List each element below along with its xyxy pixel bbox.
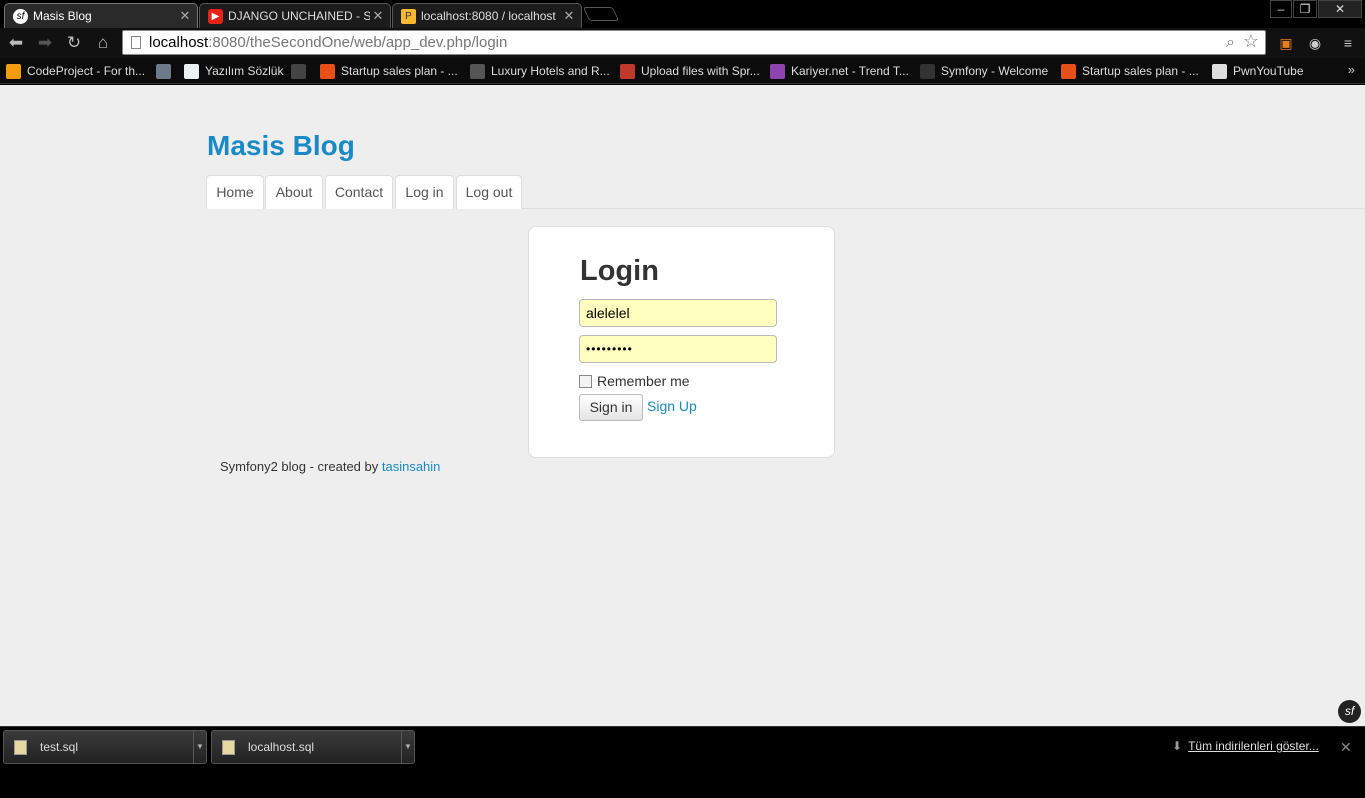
bookmark-startup-sales-plan[interactable]: Startup sales plan - ...: [320, 62, 458, 80]
nav-login[interactable]: Log in: [395, 175, 454, 209]
tab-strip: sf Masis Blog ✕ ▶ DJANGO UNCHAINED - S ✕…: [0, 0, 1365, 28]
bookmark-yazilim-sozluk[interactable]: Yazılım Sözlük: [184, 62, 283, 80]
chevron-down-icon[interactable]: ▼: [193, 731, 206, 763]
nav-logout[interactable]: Log out: [456, 175, 522, 209]
phpmyadmin-icon: P: [401, 8, 416, 24]
notebook-icon: [184, 63, 199, 79]
bookmark-codeproject[interactable]: CodeProject - For th...: [6, 62, 145, 80]
bookmark-label: Startup sales plan - ...: [1082, 64, 1199, 78]
page-icon: [131, 36, 141, 49]
hotel-icon: [470, 63, 485, 79]
bookmark-label: Yazılım Sözlük: [205, 64, 284, 78]
footer-text: Symfony2 blog - created by: [220, 459, 382, 474]
download-arrow-icon: ⬇: [1172, 739, 1183, 753]
url-path: :8080/theSecondOne/web/app_dev.php/login: [208, 34, 508, 51]
symfony-toolbar-icon[interactable]: sf: [1338, 700, 1361, 723]
new-tab-button[interactable]: [582, 7, 620, 21]
remember-me[interactable]: Remember me: [579, 373, 690, 389]
nav-about[interactable]: About: [265, 175, 323, 209]
nav-contact[interactable]: Contact: [325, 175, 393, 209]
bookmark-label: Kariyer.net - Trend T...: [791, 64, 909, 78]
nav-home[interactable]: Home: [206, 175, 264, 209]
page-icon: [1212, 63, 1227, 79]
tab-django-unchained[interactable]: ▶ DJANGO UNCHAINED - S ✕: [199, 3, 391, 28]
browser-toolbar: ⬅ ➡ ↻ ⌂ localhost:8080/theSecondOne/web/…: [0, 28, 1365, 58]
show-all-downloads-link[interactable]: ⬇ Tüm indirilenleri göster...: [1172, 739, 1319, 753]
avatar-icon: [156, 63, 171, 79]
tab-close-icon[interactable]: ✕: [177, 8, 193, 24]
extension-icon[interactable]: ▣: [1276, 33, 1296, 53]
file-icon: [222, 740, 235, 755]
symfony-icon: [920, 63, 935, 79]
chevron-right-icon[interactable]: »: [1348, 62, 1355, 77]
kariyer-icon: [770, 63, 785, 79]
sign-in-button[interactable]: Sign in: [579, 394, 643, 421]
home-icon[interactable]: ⌂: [92, 32, 114, 54]
java-icon: [620, 63, 635, 79]
address-bar[interactable]: localhost:8080/theSecondOne/web/app_dev.…: [122, 30, 1266, 55]
site-title[interactable]: Masis Blog: [207, 130, 355, 162]
close-icon[interactable]: ✕: [1340, 739, 1352, 756]
show-all-downloads-label: Tüm indirilenleri göster...: [1188, 739, 1319, 753]
close-window-button[interactable]: ✕: [1318, 0, 1362, 18]
tab-masis-blog[interactable]: sf Masis Blog ✕: [4, 3, 198, 28]
office-icon: [1061, 63, 1076, 79]
download-shelf: test.sql ▼ localhost.sql ▼ ⬇ Tüm indirile…: [0, 726, 1365, 798]
download-item[interactable]: test.sql ▼: [3, 730, 207, 764]
codeproject-icon: [6, 63, 21, 79]
bookmark-upload-files[interactable]: Upload files with Spr...: [620, 62, 760, 80]
youtube-icon: ▶: [208, 8, 223, 24]
footer: Symfony2 blog - created by tasinsahin: [220, 459, 440, 474]
password-field[interactable]: •••••••••: [579, 335, 777, 363]
url-host: localhost: [149, 34, 209, 51]
bookmark-pwnyoutube[interactable]: PwnYouTube: [1212, 62, 1304, 80]
bookmark-avatar[interactable]: [156, 62, 177, 80]
bookmark-star-icon[interactable]: ☆: [1243, 30, 1259, 53]
search-icon[interactable]: ⌕: [1226, 31, 1235, 54]
bookmark-label: Symfony - Welcome: [941, 64, 1049, 78]
office-icon: [320, 63, 335, 79]
minimize-button[interactable]: –: [1270, 0, 1292, 18]
bookmark-kariyer[interactable]: Kariyer.net - Trend T...: [770, 62, 909, 80]
back-icon[interactable]: ⬅: [5, 32, 27, 54]
bookmark-label: Upload files with Spr...: [641, 64, 760, 78]
bookmark-symfony[interactable]: Symfony - Welcome: [920, 62, 1048, 80]
bookmark-label: PwnYouTube: [1233, 64, 1304, 78]
chrome-extension-icon[interactable]: ◉: [1305, 33, 1325, 53]
forward-icon[interactable]: ➡: [34, 32, 56, 54]
tab-title: DJANGO UNCHAINED - S: [228, 9, 370, 23]
tab-close-icon[interactable]: ✕: [561, 8, 577, 24]
bookmark-luxury-hotels[interactable]: Luxury Hotels and R...: [470, 62, 610, 80]
bookmarks-bar: CodeProject - For th... Yazılım Sözlük S…: [0, 58, 1365, 84]
codepen-icon: [291, 63, 306, 79]
bookmark-label: Luxury Hotels and R...: [491, 64, 610, 78]
restore-button[interactable]: ❐: [1293, 0, 1317, 18]
bookmark-startup-sales-plan-2[interactable]: Startup sales plan - ...: [1061, 62, 1199, 80]
sign-up-link[interactable]: Sign Up: [647, 398, 697, 414]
tab-title: localhost:8080 / localhost: [421, 9, 556, 23]
bookmark-label: Startup sales plan - ...: [341, 64, 458, 78]
remember-me-checkbox[interactable]: [579, 374, 592, 388]
tab-phpmyadmin[interactable]: P localhost:8080 / localhost ✕: [392, 3, 582, 28]
author-link[interactable]: tasinsahin: [382, 459, 441, 474]
menu-icon[interactable]: ≡: [1338, 33, 1358, 53]
file-icon: [14, 740, 27, 755]
download-filename: test.sql: [40, 740, 79, 754]
download-item[interactable]: localhost.sql ▼: [211, 730, 415, 764]
nav-divider: [521, 208, 1365, 209]
login-panel: Login alelelel ••••••••• Remember me Sig…: [528, 226, 835, 458]
bookmark-label: CodeProject - For th...: [27, 64, 146, 78]
symfony-icon: sf: [13, 8, 28, 24]
chevron-down-icon[interactable]: ▼: [401, 731, 414, 763]
tab-close-icon[interactable]: ✕: [370, 8, 386, 24]
page-content: Masis Blog Home About Contact Log in Log…: [0, 85, 1365, 726]
username-field[interactable]: alelelel: [579, 299, 777, 327]
remember-me-label: Remember me: [597, 373, 690, 389]
download-filename: localhost.sql: [248, 740, 315, 754]
bookmark-codepen[interactable]: [291, 62, 312, 80]
login-heading: Login: [580, 255, 659, 287]
reload-icon[interactable]: ↻: [63, 32, 85, 54]
tab-title: Masis Blog: [33, 9, 92, 23]
